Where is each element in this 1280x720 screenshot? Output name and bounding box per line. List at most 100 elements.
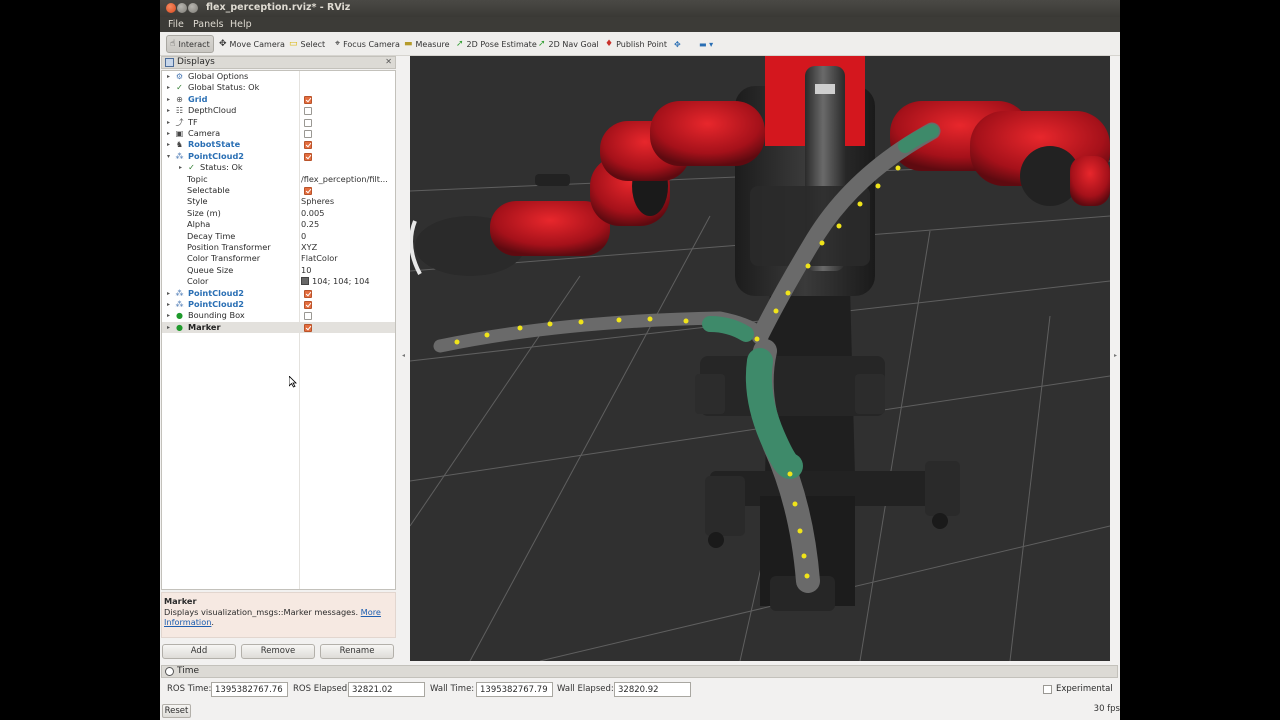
right-dock-splitter[interactable]: ▸ bbox=[1112, 56, 1120, 661]
color-property-value[interactable]: 104; 104; 104 bbox=[301, 276, 370, 287]
ros-elapsed-field[interactable]: 32821.02 bbox=[348, 682, 425, 697]
display-row-tf[interactable]: ▸ ⤴ TF bbox=[162, 117, 395, 128]
property-value[interactable]: 10 bbox=[301, 265, 311, 276]
display-row-pointcloud2[interactable]: ▸ ⁂ PointCloud2 bbox=[162, 288, 395, 299]
rename-display-button[interactable]: Rename bbox=[320, 644, 394, 659]
enable-checkbox[interactable] bbox=[304, 323, 312, 332]
add-display-button[interactable]: Add bbox=[162, 644, 236, 659]
property-row-decay-time[interactable]: Decay Time 0 bbox=[162, 231, 395, 242]
display-label: Global Options bbox=[188, 71, 249, 81]
expand-arrow-icon[interactable]: ▸ bbox=[165, 310, 172, 321]
enable-checkbox[interactable] bbox=[304, 289, 312, 298]
expand-arrow-icon[interactable]: ▸ bbox=[165, 299, 172, 310]
enable-checkbox[interactable] bbox=[304, 141, 312, 150]
experimental-checkbox[interactable] bbox=[1043, 685, 1052, 694]
enable-checkbox[interactable] bbox=[304, 118, 312, 127]
property-row-size[interactable]: Size (m) 0.005 bbox=[162, 208, 395, 219]
nav-goal-tool-button[interactable]: ➚ 2D Nav Goal bbox=[535, 35, 602, 53]
display-row-bounding-box[interactable]: ▸ ● Bounding Box bbox=[162, 310, 395, 321]
expand-arrow-icon[interactable]: ▸ bbox=[177, 162, 184, 173]
property-row-color-transformer[interactable]: Color Transformer FlatColor bbox=[162, 253, 395, 264]
add-tool-button[interactable]: ✥ bbox=[671, 35, 684, 53]
property-value[interactable]: 0.25 bbox=[301, 219, 319, 230]
display-row-global-options[interactable]: ▸ ⚙ Global Options bbox=[162, 71, 395, 82]
property-row-position-transformer[interactable]: Position Transformer XYZ bbox=[162, 242, 395, 253]
expand-arrow-icon[interactable]: ▸ bbox=[165, 105, 172, 116]
collapse-right-icon[interactable]: ▸ bbox=[1114, 352, 1117, 359]
property-value[interactable]: FlatColor bbox=[301, 253, 338, 264]
selectable-checkbox[interactable] bbox=[304, 187, 312, 195]
ros-time-field[interactable]: 1395382767.76 bbox=[211, 682, 288, 697]
display-row-robotstate[interactable]: ▸ ♞ RobotState bbox=[162, 139, 395, 150]
select-tool-button[interactable]: ▭ Select bbox=[286, 35, 328, 53]
menu-help[interactable]: Help bbox=[230, 19, 252, 30]
expand-arrow-icon[interactable]: ▸ bbox=[165, 128, 172, 139]
marker-cube-icon: ● bbox=[176, 322, 183, 332]
interact-tool-button[interactable]: ☝ Interact bbox=[166, 35, 214, 53]
collapse-left-icon[interactable]: ◂ bbox=[402, 352, 405, 359]
remove-display-button[interactable]: Remove bbox=[241, 644, 315, 659]
expand-arrow-icon[interactable]: ▸ bbox=[165, 139, 172, 150]
measure-tool-button[interactable]: ▬ Measure bbox=[401, 35, 453, 53]
display-row-pointcloud2[interactable]: ▸ ⁂ PointCloud2 bbox=[162, 299, 395, 310]
publish-point-tool-button[interactable]: ♦ Publish Point bbox=[602, 35, 670, 53]
pose-estimate-tool-button[interactable]: ➚ 2D Pose Estimate bbox=[453, 35, 540, 53]
property-value[interactable]: /flex_perception/filt... bbox=[301, 174, 388, 185]
property-value[interactable]: XYZ bbox=[301, 242, 317, 253]
property-label: Alpha bbox=[187, 219, 211, 230]
display-row-depthcloud[interactable]: ▸ ☷ DepthCloud bbox=[162, 105, 395, 116]
property-row-topic[interactable]: Topic /flex_perception/filt... bbox=[162, 174, 395, 185]
display-label: Global Status: Ok bbox=[188, 82, 260, 93]
move-camera-label: Move Camera bbox=[229, 39, 285, 49]
enable-checkbox[interactable] bbox=[304, 312, 312, 321]
wall-time-field[interactable]: 1395382767.79 bbox=[476, 682, 553, 697]
close-icon[interactable]: ✕ bbox=[385, 57, 392, 66]
expand-arrow-icon[interactable]: ▸ bbox=[165, 288, 172, 299]
3d-render-view[interactable] bbox=[410, 56, 1110, 661]
3d-scene bbox=[410, 56, 1110, 661]
property-label: Color Transformer bbox=[187, 253, 261, 264]
display-row-pointcloud2[interactable]: ▾ ⁂ PointCloud2 bbox=[162, 151, 395, 162]
reset-button[interactable]: Reset bbox=[162, 704, 191, 718]
property-label: Position Transformer bbox=[187, 242, 271, 252]
property-row-color[interactable]: Color 104; 104; 104 bbox=[162, 276, 395, 287]
expand-arrow-icon[interactable]: ▸ bbox=[165, 117, 172, 128]
expand-arrow-icon[interactable]: ▸ bbox=[165, 322, 172, 333]
collapse-arrow-icon[interactable]: ▾ bbox=[165, 151, 172, 162]
remove-tool-dropdown[interactable]: ▬ ▾ bbox=[696, 35, 716, 53]
minimize-window-button[interactable] bbox=[177, 3, 187, 13]
enable-checkbox[interactable] bbox=[304, 152, 312, 161]
property-row-selectable[interactable]: Selectable bbox=[162, 185, 395, 196]
menu-file[interactable]: File bbox=[168, 19, 184, 30]
focus-camera-tool-button[interactable]: ⌖ Focus Camera bbox=[332, 35, 403, 53]
move-camera-tool-button[interactable]: ✥ Move Camera bbox=[216, 35, 288, 53]
more-information-link[interactable]: More bbox=[361, 607, 381, 617]
wall-elapsed-field[interactable]: 32820.92 bbox=[614, 682, 691, 697]
display-row-marker[interactable]: ▸ ● Marker bbox=[162, 321, 395, 334]
more-information-link-2[interactable]: Information bbox=[164, 617, 211, 627]
left-dock-splitter[interactable]: ◂ bbox=[400, 56, 408, 661]
property-row-alpha[interactable]: Alpha 0.25 bbox=[162, 219, 395, 230]
display-row-camera[interactable]: ▸ ▣ Camera bbox=[162, 128, 395, 139]
enable-checkbox[interactable] bbox=[304, 130, 312, 138]
close-window-button[interactable] bbox=[166, 3, 176, 13]
menu-panels[interactable]: Panels bbox=[193, 19, 224, 30]
display-row-global-status[interactable]: ▸ ✓ Global Status: Ok bbox=[162, 82, 395, 93]
property-value[interactable]: 0.005 bbox=[301, 208, 324, 219]
property-row-style[interactable]: Style Spheres bbox=[162, 196, 395, 207]
enable-checkbox[interactable] bbox=[304, 107, 312, 116]
maximize-window-button[interactable] bbox=[188, 3, 198, 13]
property-value[interactable]: 0 bbox=[301, 231, 306, 242]
expand-arrow-icon[interactable]: ▸ bbox=[165, 94, 172, 105]
color-swatch bbox=[301, 277, 309, 286]
enable-checkbox[interactable] bbox=[304, 95, 312, 104]
property-row-queue-size[interactable]: Queue Size 10 bbox=[162, 265, 395, 276]
displays-tree[interactable]: ▸ ⚙ Global Options ▸ ✓ Global Status: Ok… bbox=[161, 70, 396, 590]
display-row-grid[interactable]: ▸ ⊕ Grid bbox=[162, 94, 395, 105]
expand-arrow-icon[interactable]: ▸ bbox=[165, 71, 172, 82]
property-value[interactable]: Spheres bbox=[301, 196, 334, 207]
expand-arrow-icon[interactable]: ▸ bbox=[165, 82, 172, 93]
ros-time-label: ROS Time: bbox=[167, 684, 212, 694]
property-row-status[interactable]: ▸ ✓ Status: Ok bbox=[162, 162, 395, 173]
enable-checkbox[interactable] bbox=[304, 301, 312, 309]
